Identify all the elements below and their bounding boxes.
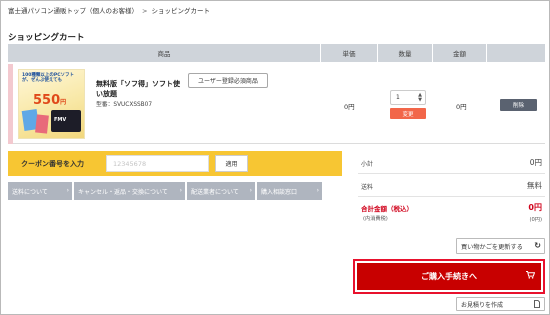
tax-included-label: (内消費税)	[363, 216, 388, 222]
cart-icon	[526, 271, 536, 281]
product-image-graphic	[35, 114, 49, 134]
change-quantity-button[interactable]: 変更	[390, 108, 426, 119]
product-image-top-text: 100種類以上のPCソフトが、ぜんぶ使えても	[22, 73, 74, 84]
page-title: ショッピングカート	[8, 33, 85, 43]
product-image[interactable]: 100種類以上のPCソフトが、ぜんぶ使えても 550円 FMV	[18, 69, 85, 139]
total-label: 合計金額（税込）	[361, 205, 413, 213]
breadcrumb-home-link[interactable]: 富士通パソコン通販トップ（個人のお客様）	[8, 7, 138, 15]
info-link-shipping[interactable]: 送料について ›	[8, 182, 72, 200]
laptop-graphic: FMV	[51, 110, 81, 132]
chevron-right-icon: ›	[316, 187, 319, 194]
checkout-button[interactable]: ご購入手続きへ	[357, 263, 541, 290]
item-amount: 0円	[456, 103, 467, 111]
coupon-label: クーポン番号を入力	[21, 160, 84, 168]
shipping-value: 無料	[527, 181, 542, 190]
subtotal-value: 0円	[529, 158, 542, 167]
coupon-apply-button[interactable]: 適用	[215, 155, 248, 172]
shipping-label: 送料	[361, 184, 374, 191]
create-estimate-button[interactable]: お見積りを作成	[456, 297, 545, 311]
cart-item-row: 100種類以上のPCソフトが、ぜんぶ使えても 550円 FMV 無料版「ソフ得」…	[8, 64, 545, 144]
create-estimate-label: お見積りを作成	[461, 301, 504, 309]
updown-arrow-icon: ▲ ▼	[418, 92, 422, 103]
tax-value: (0円)	[529, 217, 542, 223]
header-actions	[487, 44, 545, 62]
info-links: 送料について › キャンセル・返品・交換について › 配送業者について › 購入相談窓…	[8, 182, 322, 200]
chevron-right-icon: ›	[249, 187, 252, 194]
info-link-purchase-consultation[interactable]: 購入相談窓口 ›	[257, 182, 322, 200]
quantity-select[interactable]: 1 ▲ ▼	[390, 90, 426, 105]
header-item: 商品	[8, 44, 321, 62]
breadcrumb-current: ショッピングカート	[151, 7, 210, 15]
header-amount: 金額	[433, 44, 487, 62]
row-accent	[8, 64, 13, 144]
unit-price: 0円	[344, 103, 355, 111]
document-icon	[534, 300, 540, 310]
refresh-icon: ↻	[534, 241, 541, 250]
header-quantity: 数量	[378, 44, 433, 62]
product-image-brand: FMV	[54, 117, 67, 123]
subtotal-label: 小計	[361, 161, 374, 168]
shipping-row: 送料 無料	[358, 174, 545, 197]
total-row: 合計金額（税込） (内消費税) 0円 (0円)	[358, 197, 545, 231]
delete-item-button[interactable]: 削除	[500, 99, 537, 111]
total-value: 0円	[528, 203, 542, 212]
coupon-bar: クーポン番号を入力 適用	[8, 151, 342, 176]
order-summary: 小計 0円 送料 無料 合計金額（税込） (内消費税) 0円 (0円)	[358, 151, 545, 231]
product-name[interactable]: 無料版「ソフ得」ソフト使い放題	[96, 79, 186, 99]
info-link-delivery[interactable]: 配送業者について ›	[187, 182, 255, 200]
update-cart-button[interactable]: 買い物かごを更新する ↻	[456, 238, 545, 254]
cart-table-header: 商品 単価 数量 金額	[8, 44, 545, 62]
subtotal-row: 小計 0円	[358, 151, 545, 174]
quantity-value: 1	[396, 94, 400, 101]
product-model: 型番：SVUCXSSB07	[96, 102, 153, 108]
product-image-price: 550円	[33, 93, 67, 108]
checkout-label: ご購入手続きへ	[421, 272, 477, 281]
info-link-cancel-return[interactable]: キャンセル・返品・交換について ›	[74, 182, 185, 200]
breadcrumb: 富士通パソコン通販トップ（個人のお客様） > ショッピングカート	[8, 5, 210, 15]
user-registration-required-tag[interactable]: ユーザー登録必須商品	[188, 73, 268, 88]
chevron-right-icon: ›	[66, 187, 69, 194]
header-unit-price: 単価	[321, 44, 378, 62]
coupon-input[interactable]	[106, 155, 209, 172]
checkout-frame: ご購入手続きへ	[353, 259, 545, 294]
update-cart-label: 買い物かごを更新する	[461, 243, 523, 251]
chevron-right-icon: ›	[179, 187, 182, 194]
breadcrumb-separator: >	[142, 7, 148, 15]
